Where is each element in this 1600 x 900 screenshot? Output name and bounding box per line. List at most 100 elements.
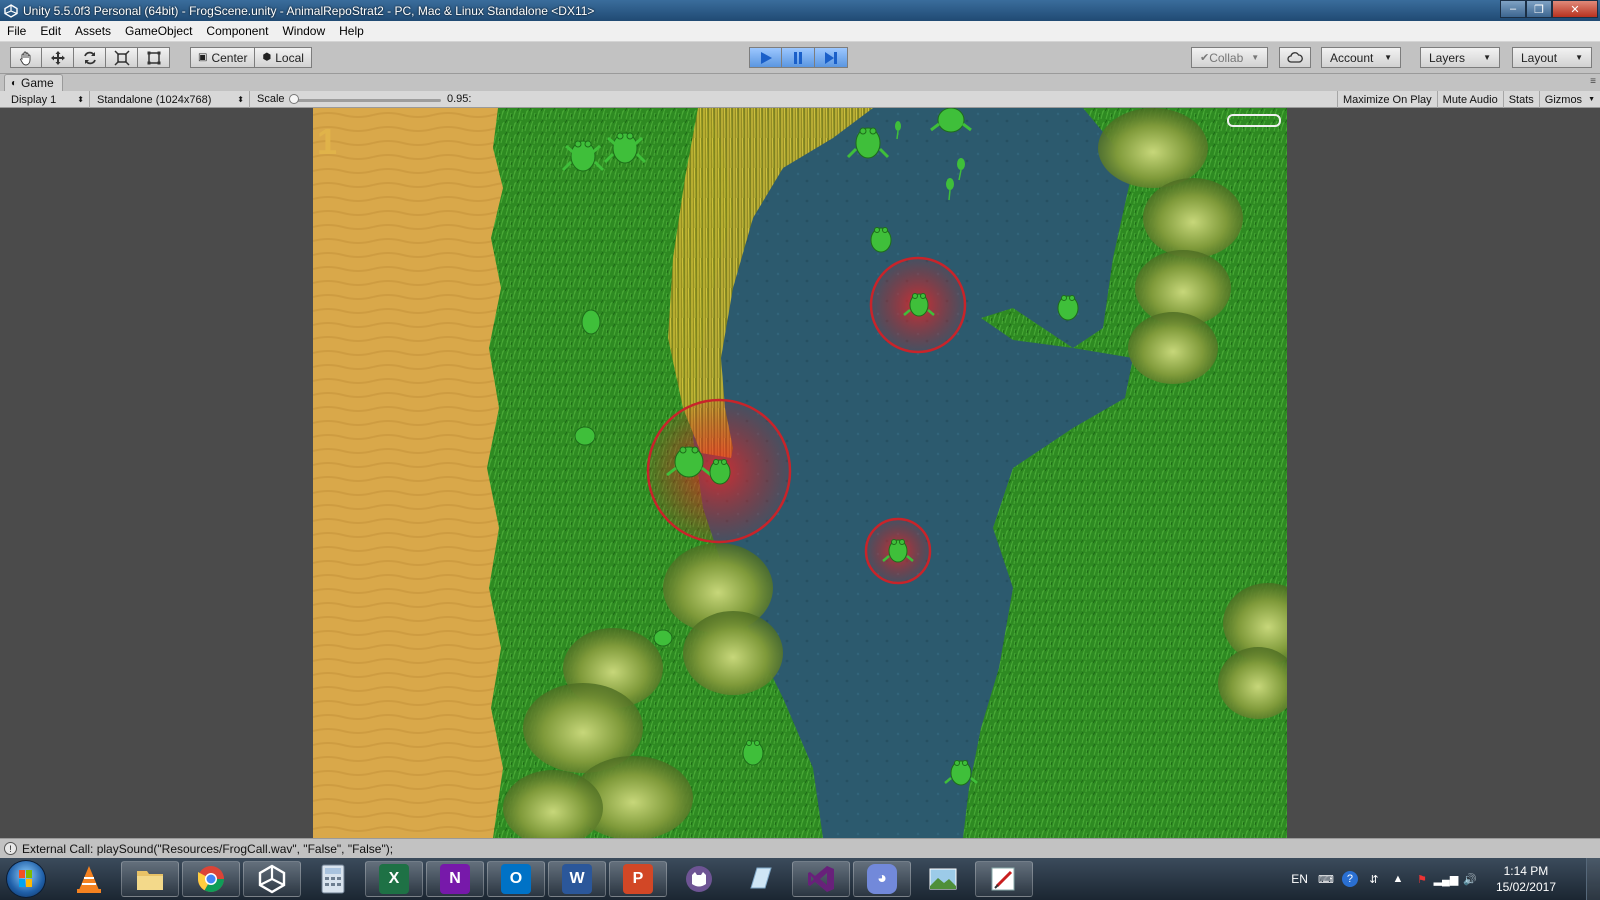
menu-window[interactable]: Window (275, 24, 332, 38)
taskbar-visual-studio[interactable] (792, 861, 850, 897)
network-usb-icon[interactable]: ⇵ (1366, 871, 1382, 887)
layout-dropdown[interactable]: Layout ▼ (1512, 47, 1592, 68)
gizmos-dropdown[interactable]: Gizmos ▼ (1538, 91, 1600, 108)
cloud-services-button[interactable] (1279, 47, 1311, 68)
taskbar-blank-app[interactable] (731, 861, 789, 897)
pivot-local-label: Local (275, 50, 304, 65)
game-viewport[interactable]: 1 (313, 108, 1287, 838)
game-tab-row: ◐ Game ≡ (0, 74, 1600, 91)
mute-audio-toggle[interactable]: Mute Audio (1436, 91, 1503, 108)
console-last-message: External Call: playSound("Resources/Frog… (22, 841, 394, 856)
action-center-flag-icon[interactable]: ⚑ (1414, 871, 1430, 887)
clock-time: 1:14 PM (1503, 864, 1549, 878)
menu-assets[interactable]: Assets (68, 24, 118, 38)
help-icon[interactable]: ? (1341, 871, 1358, 887)
minimize-button[interactable]: – (1500, 0, 1526, 18)
tab-game[interactable]: ◐ Game (4, 74, 63, 91)
hand-icon (20, 51, 31, 65)
menu-edit[interactable]: Edit (33, 24, 68, 38)
cloud-group (1279, 47, 1311, 68)
panel-menu-icon[interactable]: ≡ (1590, 76, 1596, 87)
account-group: Account ▼ (1321, 47, 1401, 68)
pause-icon (794, 51, 802, 64)
onenote-icon: N (440, 864, 470, 894)
game-controller-icon: ◐ (11, 77, 18, 89)
resolution-dropdown[interactable]: Standalone (1024x768) ⬍ (92, 91, 250, 108)
calculator-icon (321, 864, 345, 894)
frog-scene-canvas[interactable]: 1 (313, 108, 1287, 838)
menu-gameobject[interactable]: GameObject (118, 24, 199, 38)
unity-icon (258, 864, 286, 894)
layout-group: Layout ▼ (1512, 47, 1592, 68)
resolution-label: Standalone (1024x768) (97, 93, 212, 106)
checkmark-icon: ✔ (1200, 52, 1210, 64)
step-button[interactable] (815, 47, 848, 68)
scale-slider-track[interactable] (293, 99, 441, 102)
scale-icon (113, 49, 130, 66)
menu-bar: File Edit Assets GameObject Component Wi… (0, 21, 1600, 42)
pivot-local-button[interactable]: ⬢ Local (255, 47, 312, 68)
powerpoint-icon: P (623, 864, 653, 894)
updown-icon: ⬍ (237, 95, 244, 104)
signal-bars-icon[interactable]: ▂▄▆ (1434, 871, 1459, 887)
rotate-tool-button[interactable] (74, 47, 106, 68)
discord-icon: ◕ (867, 864, 897, 894)
taskbar-calculator[interactable] (304, 861, 362, 897)
window-title-bar[interactable]: Unity 5.5.0f3 Personal (64bit) - FrogSce… (0, 0, 1600, 21)
pivot-center-label: Center (211, 50, 248, 65)
scale-value: 0.95: (447, 93, 472, 105)
move-tool-button[interactable] (42, 47, 74, 68)
pivot-icon: ▣ (198, 52, 208, 63)
stats-toggle[interactable]: Stats (1502, 91, 1539, 108)
maximize-on-play-toggle[interactable]: Maximize On Play (1337, 91, 1437, 108)
show-hidden-icons-icon[interactable]: ▲ (1390, 871, 1406, 887)
display-label: Display 1 (11, 93, 57, 106)
hand-tool-button[interactable] (10, 47, 42, 68)
scale-label: Scale (257, 93, 285, 105)
visual-studio-icon (808, 866, 834, 892)
start-button[interactable] (6, 860, 46, 898)
show-desktop-button[interactable] (1586, 858, 1600, 900)
cloud-icon (1287, 51, 1303, 63)
restore-button[interactable]: ❐ (1526, 0, 1552, 18)
taskbar-discord[interactable]: ◕ (853, 861, 911, 897)
menu-help[interactable]: Help (332, 24, 371, 38)
keyboard-icon[interactable]: ⌨ (1318, 871, 1334, 887)
taskbar-word[interactable]: W (548, 861, 606, 897)
layers-dropdown[interactable]: Layers ▼ (1420, 47, 1500, 68)
taskbar-photo-viewer[interactable] (914, 861, 972, 897)
taskbar-github-desktop[interactable] (670, 861, 728, 897)
main-toolbar: ▣ Center ⬢ Local ✔ Collab ▼ Account ▼ La… (0, 42, 1600, 74)
play-button[interactable] (749, 47, 782, 68)
taskbar-vlc[interactable] (60, 861, 118, 897)
pause-button[interactable] (782, 47, 815, 68)
clock[interactable]: 1:14 PM 15/02/2017 (1496, 863, 1556, 895)
taskbar-file-explorer[interactable] (121, 861, 179, 897)
speaker-icon[interactable]: 🔊 (1462, 871, 1478, 887)
rect-tool-button[interactable] (138, 47, 170, 68)
menu-file[interactable]: File (0, 24, 33, 38)
transform-tools (10, 47, 170, 68)
scale-tool-button[interactable] (106, 47, 138, 68)
display-dropdown[interactable]: Display 1 ⬍ (6, 91, 90, 108)
chrome-icon (197, 866, 225, 893)
taskbar-onenote[interactable]: N (426, 861, 484, 897)
taskbar-outlook[interactable]: O (487, 861, 545, 897)
word-icon: W (562, 864, 592, 894)
scale-slider-handle[interactable] (289, 94, 299, 104)
language-indicator[interactable]: EN (1291, 872, 1308, 886)
console-status-bar[interactable]: ! External Call: playSound("Resources/Fr… (0, 838, 1600, 858)
collab-dropdown[interactable]: ✔ Collab ▼ (1191, 47, 1268, 68)
menu-component[interactable]: Component (199, 24, 275, 38)
account-dropdown[interactable]: Account ▼ (1321, 47, 1401, 68)
account-label: Account (1330, 50, 1374, 65)
pivot-center-button[interactable]: ▣ Center (190, 47, 256, 68)
close-button[interactable]: ✕ (1552, 0, 1598, 18)
taskbar-paint[interactable] (975, 861, 1033, 897)
collab-label: Collab (1209, 50, 1244, 65)
taskbar-excel[interactable]: X (365, 861, 423, 897)
taskbar-chrome[interactable] (182, 861, 240, 897)
document-sheet-icon (750, 867, 772, 889)
taskbar-powerpoint[interactable]: P (609, 861, 667, 897)
taskbar-unity[interactable] (243, 861, 301, 897)
